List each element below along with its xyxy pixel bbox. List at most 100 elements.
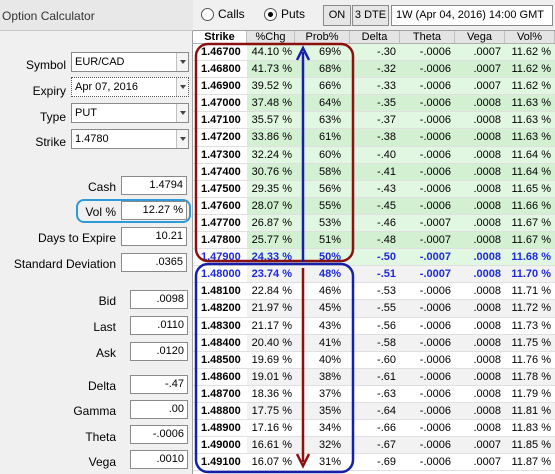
on-button[interactable]: ON xyxy=(323,5,351,26)
table-row[interactable]: 1.48800 17.75 % 35% -.64 -.0006.0008 11.81 % xyxy=(193,402,555,421)
strike-cell: 1.48900 xyxy=(193,420,247,437)
table-row[interactable]: 1.49000 16.61 % 32% -.67 -.0006.0007 11.85 % xyxy=(193,437,555,455)
table-row[interactable]: 1.47200 33.86 % 61% -.38 -.0006.0008 11.63 % xyxy=(193,129,555,147)
expiry-selector[interactable]: 1W (Apr 04, 2016) 14:00 GMT xyxy=(391,5,553,26)
delta-field[interactable]: -.47 xyxy=(130,375,188,394)
table-row[interactable]: 1.46700 44.10 % 69% -.30 -.0006.0007 11.62 % xyxy=(193,44,555,62)
table-row[interactable]: 1.48300 21.17 % 43% -.56 -.0006.0008 11.73 % xyxy=(193,317,555,335)
table-row[interactable]: 1.46800 41.73 % 68% -.32 -.0006.0007 11.62 % xyxy=(193,61,555,79)
theta-cell: -.0006 xyxy=(400,180,455,197)
pct-change-cell: 33.86 % xyxy=(247,129,295,146)
strike-cell: 1.48600 xyxy=(193,368,247,385)
theta-field[interactable]: -.0006 xyxy=(130,425,188,444)
cash-field[interactable]: 1.4794 xyxy=(121,176,187,195)
vega-cell: .0008 xyxy=(455,112,505,129)
table-row[interactable]: 1.47500 29.35 % 56% -.43 -.0006.0008 11.65 % xyxy=(193,180,555,198)
strike-cell: 1.47500 xyxy=(193,180,247,197)
vega-cell: .0008 xyxy=(455,214,505,232)
volatility-cell: 11.65 % xyxy=(505,180,555,197)
type-select[interactable]: PUT xyxy=(71,103,189,123)
column-header-probability[interactable]: Prob% xyxy=(295,31,350,43)
theta-cell: -.0006 xyxy=(400,368,455,385)
table-row[interactable]: 1.47100 35.57 % 63% -.37 -.0006.0008 11.63 % xyxy=(193,112,555,130)
volatility-cell: 11.70 % xyxy=(505,266,555,283)
probability-cell: 40% xyxy=(295,351,350,368)
vega-cell: .0008 xyxy=(455,249,505,266)
vega-field[interactable]: .0010 xyxy=(130,450,188,469)
table-body: 1.46700 44.10 % 69% -.30 -.0006.0007 11.62 % 1… xyxy=(193,44,555,472)
table-row[interactable]: 1.48400 20.40 % 41% -.58 -.0006.0008 11.75 % xyxy=(193,334,555,352)
delta-cell: -.63 xyxy=(350,385,400,402)
table-row[interactable]: 1.47400 30.76 % 58% -.41 -.0006.0008 11.64 % xyxy=(193,163,555,181)
calls-radio[interactable] xyxy=(201,8,214,21)
strike-select[interactable]: 1.4780 xyxy=(71,129,189,149)
chevron-down-icon[interactable] xyxy=(176,53,188,71)
theta-cell: -.0006 xyxy=(400,300,455,317)
expiry-select[interactable]: Apr 07, 2016 xyxy=(71,77,189,97)
days-to-expire-field[interactable]: 10.21 xyxy=(121,227,187,246)
gamma-field[interactable]: .00 xyxy=(130,400,188,419)
theta-cell: -.0006 xyxy=(400,334,455,351)
probability-cell: 68% xyxy=(295,61,350,78)
delta-cell: -.35 xyxy=(350,95,400,112)
column-header-theta[interactable]: Theta xyxy=(400,31,455,43)
chevron-down-icon[interactable] xyxy=(176,130,188,148)
ask-field[interactable]: .0120 xyxy=(130,342,188,361)
table-row[interactable]: 1.48100 22.84 % 46% -.53 -.0006.0008 11.71 % xyxy=(193,283,555,301)
chain-toolbar: Calls Puts ON 3 DTE 1W (Apr 04, 2016) 14… xyxy=(193,0,555,31)
symbol-select[interactable]: EUR/CAD xyxy=(71,52,189,72)
stddev-field[interactable]: .0365 xyxy=(121,253,187,272)
option-calculator-window: Option Calculator Symbol EUR/CAD Expiry … xyxy=(0,0,555,474)
chevron-down-icon[interactable] xyxy=(176,104,188,122)
table-row[interactable]: 1.48200 21.97 % 45% -.55 -.0006.0008 11.72 % xyxy=(193,300,555,318)
theta-cell: -.0007 xyxy=(400,249,455,266)
volatility-cell: 11.75 % xyxy=(505,334,555,351)
type-label: Type xyxy=(39,110,66,124)
volatility-cell: 11.66 % xyxy=(505,197,555,214)
volatility-cell: 11.63 % xyxy=(505,129,555,146)
table-row[interactable]: 1.47700 26.87 % 53% -.46 -.0007.0008 11.67 % xyxy=(193,214,555,233)
table-row[interactable]: 1.47800 25.77 % 51% -.48 -.0007.0008 11.67 % xyxy=(193,232,555,250)
volatility-cell: 11.73 % xyxy=(505,317,555,334)
table-row[interactable]: 1.48700 18.36 % 37% -.63 -.0006.0008 11.79 % xyxy=(193,385,555,403)
table-row[interactable]: 1.47300 32.24 % 60% -.40 -.0006.0008 11.64 % xyxy=(193,146,555,164)
table-row[interactable]: 1.47900 24.33 % 50% -.50 -.0007.0008 11.68 % xyxy=(193,249,555,267)
table-row[interactable]: 1.48500 19.69 % 40% -.60 -.0006.0008 11.76 % xyxy=(193,351,555,369)
table-row[interactable]: 1.46900 39.52 % 66% -.33 -.0006.0007 11.62 % xyxy=(193,78,555,96)
vol-field[interactable]: 12.27 % xyxy=(121,201,187,220)
volatility-cell: 11.87 % xyxy=(505,454,555,471)
table-row[interactable]: 1.49100 16.07 % 31% -.69 -.0006.0007 11.87 % xyxy=(193,454,555,472)
column-header-vega[interactable]: Vega xyxy=(455,31,505,43)
theta-cell: -.0007 xyxy=(400,232,455,249)
column-header-volatility[interactable]: Vol% xyxy=(505,31,555,43)
vega-cell: .0007 xyxy=(455,44,505,61)
theta-cell: -.0006 xyxy=(400,112,455,129)
puts-radio[interactable] xyxy=(264,8,277,21)
pct-change-cell: 29.35 % xyxy=(247,180,295,197)
volatility-cell: 11.81 % xyxy=(505,402,555,420)
pct-change-cell: 17.16 % xyxy=(247,420,295,437)
column-header-strike[interactable]: Strike xyxy=(193,31,247,43)
pct-change-cell: 41.73 % xyxy=(247,61,295,78)
vega-cell: .0008 xyxy=(455,197,505,214)
volatility-cell: 11.63 % xyxy=(505,112,555,129)
vega-cell: .0008 xyxy=(455,283,505,300)
table-row[interactable]: 1.47600 28.07 % 55% -.45 -.0006.0008 11.66 % xyxy=(193,197,555,215)
volatility-cell: 11.68 % xyxy=(505,249,555,266)
last-label: Last xyxy=(93,320,116,334)
last-field[interactable]: .0110 xyxy=(130,316,188,335)
table-row[interactable]: 1.48600 19.01 % 38% -.61 -.0006.0008 11.78 % xyxy=(193,368,555,386)
strike-cell: 1.47100 xyxy=(193,112,247,129)
column-header-delta[interactable]: Delta xyxy=(350,31,400,43)
chevron-down-icon[interactable] xyxy=(176,78,188,96)
table-row[interactable]: 1.47000 37.48 % 64% -.35 -.0006.0008 11.63 % xyxy=(193,95,555,113)
column-header-pct-change[interactable]: %Chg xyxy=(247,31,295,43)
delta-cell: -.33 xyxy=(350,78,400,95)
table-row[interactable]: 1.48900 17.16 % 34% -.66 -.0006.0008 11.83 % xyxy=(193,420,555,438)
pct-change-cell: 22.84 % xyxy=(247,283,295,300)
symbol-label: Symbol xyxy=(25,58,66,72)
calls-label: Calls xyxy=(218,7,245,21)
bid-field[interactable]: .0098 xyxy=(130,290,188,309)
dte-button[interactable]: 3 DTE xyxy=(352,5,389,26)
table-row[interactable]: 1.48000 23.74 % 48% -.51 -.0007.0008 11.70 % xyxy=(193,266,555,284)
